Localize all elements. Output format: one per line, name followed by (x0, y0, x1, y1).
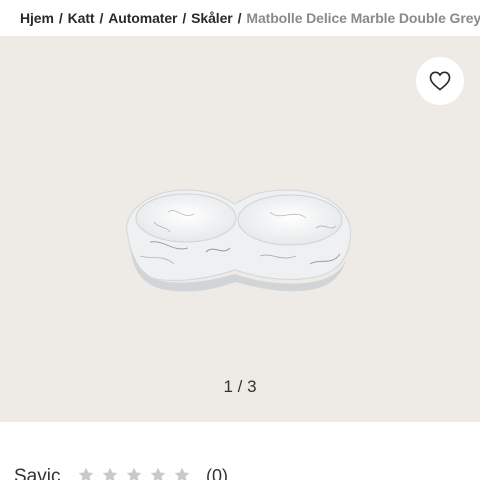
favorite-button[interactable] (416, 57, 464, 105)
breadcrumb-link-bowls[interactable]: Skåler (191, 10, 233, 26)
product-info: Savic (0) (0, 422, 480, 480)
breadcrumb-separator: / (99, 10, 104, 26)
rating-stars[interactable] (77, 466, 191, 480)
star-outline-icon (174, 467, 190, 480)
breadcrumb-separator: / (182, 10, 187, 26)
gallery-pager: 1 / 3 (223, 377, 257, 396)
breadcrumb: Hjem / Katt / Automater / Skåler / Matbo… (0, 0, 480, 36)
star-outline-icon (150, 467, 166, 480)
breadcrumb-separator: / (237, 10, 242, 26)
breadcrumb-link-feeders[interactable]: Automater (108, 10, 177, 26)
breadcrumb-link-home[interactable]: Hjem (20, 10, 54, 26)
heart-outline-icon (429, 71, 451, 91)
breadcrumb-current: Matbolle Delice Marble Double Grey 2 x (246, 10, 480, 26)
star-outline-icon (102, 467, 118, 480)
breadcrumb-link-cat[interactable]: Katt (68, 10, 95, 26)
review-count[interactable]: (0) (206, 466, 228, 480)
product-gallery[interactable]: 1 / 3 (0, 36, 480, 422)
breadcrumb-separator: / (58, 10, 63, 26)
product-brand[interactable]: Savic (14, 466, 60, 480)
star-outline-icon (78, 467, 94, 480)
star-outline-icon (126, 467, 142, 480)
product-image[interactable] (110, 182, 360, 312)
